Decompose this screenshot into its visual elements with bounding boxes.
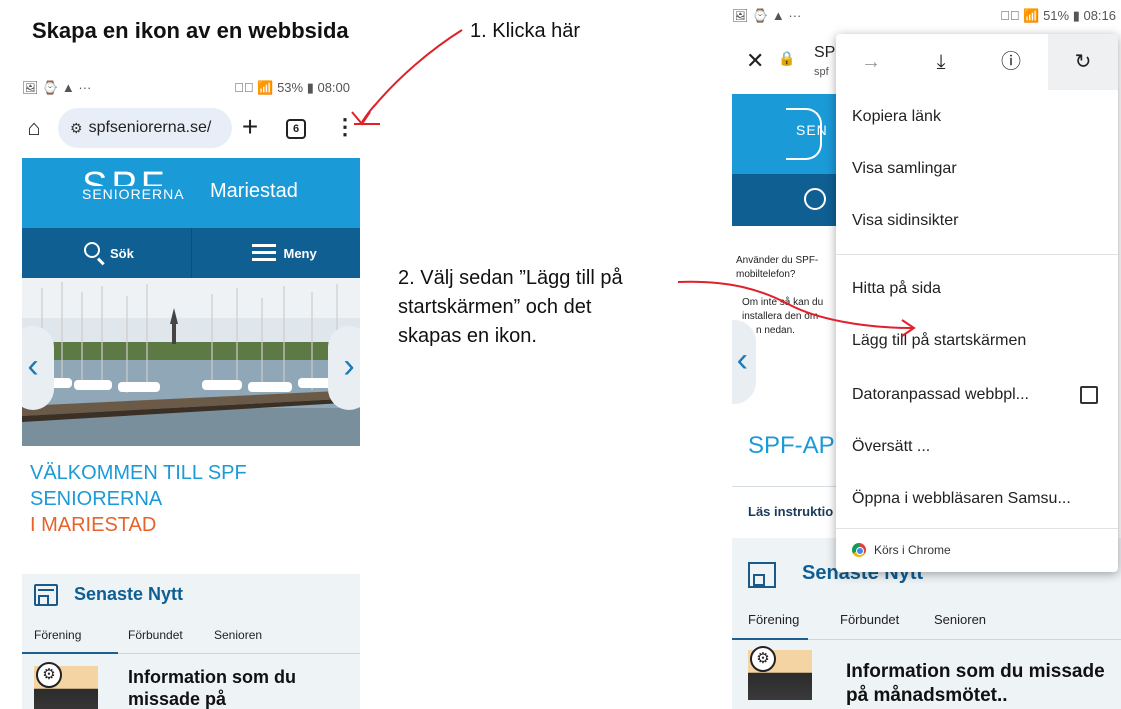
carousel-next-button[interactable]: › xyxy=(328,326,360,410)
welcome-heading: VÄLKOMMEN TILL SPF SENIORERNA I MARIESTA… xyxy=(30,460,247,538)
gear-icon: ⚙ xyxy=(750,646,776,672)
carousel-prev-button[interactable]: ‹ xyxy=(22,326,54,410)
menu-item-add-to-home-screen[interactable]: Lägg till på startskärmen xyxy=(852,332,1026,350)
news-tabs: Förening Förbundet Senioren xyxy=(732,606,1121,640)
gear-icon: ⚙ xyxy=(36,662,62,688)
url-text: spfseniorerna.se/ xyxy=(88,119,212,136)
body-line: Använder du SPF- xyxy=(736,255,819,266)
logo-subtitle: SENIORERNA xyxy=(82,186,185,202)
site-settings-icon[interactable]: ⚙ xyxy=(70,120,83,137)
reload-icon[interactable]: ↻ xyxy=(1048,34,1118,90)
menu-divider xyxy=(836,528,1118,529)
welcome-line-3: I MARIESTAD xyxy=(30,514,157,536)
search-icon[interactable] xyxy=(804,188,826,210)
spf-logo[interactable]: SEN xyxy=(786,108,828,160)
menu-item-open-in-samsung[interactable]: Öppna i webbläsaren Samsu... xyxy=(852,490,1071,508)
hero-harbor-image: ‹ › xyxy=(22,278,360,446)
forward-arrow-icon[interactable]: → xyxy=(836,34,906,90)
site-header: SEN xyxy=(732,94,842,174)
search-label: Sök xyxy=(110,246,134,261)
close-icon[interactable]: ✕ xyxy=(746,48,764,74)
site-header: SPF SENIORERNA Mariestad xyxy=(22,158,360,228)
new-tab-button[interactable]: + xyxy=(234,110,266,146)
page-title: Skapa en ikon av en webbsida xyxy=(32,18,349,43)
newspaper-icon xyxy=(34,584,58,606)
spf-logo[interactable]: SPF SENIORERNA xyxy=(82,166,192,218)
news-item-title[interactable]: Information som du missade på månadsmöte… xyxy=(846,660,1116,708)
info-icon[interactable]: ⓘ xyxy=(976,34,1046,90)
site-nav-bar xyxy=(732,174,842,226)
news-thumbnail[interactable]: ⚙ xyxy=(748,646,812,700)
menu-label: Meny xyxy=(283,246,317,261)
browser-overflow-menu: → ⤓ ⓘ ↻ Kopiera länk Visa samlingar Visa… xyxy=(836,34,1118,572)
home-icon[interactable]: ⌂ xyxy=(20,114,48,142)
site-city-name: Mariestad xyxy=(210,180,298,202)
menu-divider xyxy=(836,254,1118,255)
address-bar[interactable]: ⚙ spfseniorerna.se/ xyxy=(58,108,232,148)
welcome-line-2: SENIORERNA xyxy=(30,488,163,510)
url-sub-partial: spf xyxy=(814,66,829,78)
tab-forening[interactable]: Förening xyxy=(34,628,81,642)
menu-item-copy-link[interactable]: Kopiera länk xyxy=(852,108,941,126)
desktop-site-checkbox[interactable] xyxy=(1080,386,1098,404)
welcome-line-1: VÄLKOMMEN TILL SPF xyxy=(30,462,247,484)
tab-forening[interactable]: Förening xyxy=(748,612,799,627)
status-icons-left: 🖼 ⌚ ▲ ··· xyxy=(732,8,802,23)
news-section-title: Senaste Nytt xyxy=(74,584,184,604)
step-2-instruction: 2. Välj sedan ”Lägg till på startskärmen… xyxy=(398,264,698,351)
news-thumbnail[interactable]: ⚙ xyxy=(34,662,98,709)
harbor-photo xyxy=(22,278,360,446)
menu-toolbar: → ⤓ ⓘ ↻ xyxy=(836,34,1118,90)
step-2-line: startskärmen” och det xyxy=(398,296,592,318)
menu-item-translate[interactable]: Översätt ... xyxy=(852,438,930,456)
search-button[interactable]: Sök xyxy=(22,228,191,278)
runs-in-chrome-label: Körs i Chrome xyxy=(874,543,951,557)
step-1-instruction: 1. Klicka här xyxy=(470,20,581,42)
status-icons-left: 🖼 ⌚ ▲ ··· xyxy=(22,80,92,95)
download-icon[interactable]: ⤓ xyxy=(906,34,976,90)
menu-item-collections[interactable]: Visa samlingar xyxy=(852,160,957,178)
tab-switcher-button[interactable]: 6 xyxy=(286,119,306,139)
active-tab-indicator xyxy=(22,652,118,654)
tab-senioren[interactable]: Senioren xyxy=(214,628,262,642)
tab-senioren[interactable]: Senioren xyxy=(934,612,986,627)
step-2-line: 2. Välj sedan ”Lägg till på xyxy=(398,267,623,289)
arrow-step-1 xyxy=(361,29,463,123)
site-nav-bar: Sök Meny xyxy=(22,228,360,278)
browser-toolbar: ⌂ ⚙ spfseniorerna.se/ + 6 ⋮ xyxy=(12,106,360,150)
tab-forbundet[interactable]: Förbundet xyxy=(128,628,183,642)
more-options-icon[interactable]: ⋮ xyxy=(334,114,356,142)
status-bar: 🖼 ⌚ ▲ ··· ✕⃝ 📶 51% ▮ 08:16 xyxy=(732,6,1116,26)
chrome-icon xyxy=(852,543,866,557)
active-tab-indicator xyxy=(732,638,808,640)
status-icons-right: ✕⃝ 📶 53% ▮ 08:00 xyxy=(234,80,350,95)
runs-in-chrome-footer: Körs i Chrome xyxy=(852,543,951,557)
menu-button[interactable]: Meny xyxy=(190,228,361,278)
search-icon-handle xyxy=(97,257,105,265)
divider xyxy=(732,486,842,487)
menu-item-page-insights[interactable]: Visa sidinsikter xyxy=(852,212,958,230)
hamburger-icon xyxy=(251,244,276,262)
body-line: installera den om xyxy=(742,311,819,322)
menu-item-find-in-page[interactable]: Hitta på sida xyxy=(852,280,941,298)
status-bar: 🖼 ⌚ ▲ ··· ✕⃝ 📶 53% ▮ 08:00 xyxy=(22,78,350,98)
right-phone-screenshot: 🖼 ⌚ ▲ ··· ✕⃝ 📶 51% ▮ 08:16 ✕ 🔒 SP spf SE… xyxy=(732,0,1121,709)
lock-icon: 🔒 xyxy=(778,50,796,66)
status-icons-right: ✕⃝ 📶 51% ▮ 08:16 xyxy=(1000,8,1116,23)
step-2-line: skapas en ikon. xyxy=(398,325,537,347)
instructions-link[interactable]: Läs instruktio xyxy=(748,504,833,519)
latest-news-panel: Senaste Nytt Förening Förbundet Senioren… xyxy=(22,574,360,709)
tab-forbundet[interactable]: Förbundet xyxy=(840,612,899,627)
menu-item-desktop-site[interactable]: Datoranpassad webbpl... xyxy=(852,386,1029,404)
newspaper-icon xyxy=(748,562,776,588)
body-line: Om inte så kan du xyxy=(742,297,824,308)
url-title-partial: SP xyxy=(814,44,836,61)
body-line: mobiltelefon? xyxy=(736,269,796,280)
left-phone-screenshot: 🖼 ⌚ ▲ ··· ✕⃝ 📶 53% ▮ 08:00 ⌂ ⚙ spfsenior… xyxy=(12,78,360,709)
news-item-title[interactable]: Information som du missade på månadsmöte… xyxy=(128,666,358,709)
carousel-prev-button[interactable]: ‹ xyxy=(732,320,756,404)
news-tabs: Förening Förbundet Senioren xyxy=(22,622,360,654)
search-icon xyxy=(84,242,100,258)
